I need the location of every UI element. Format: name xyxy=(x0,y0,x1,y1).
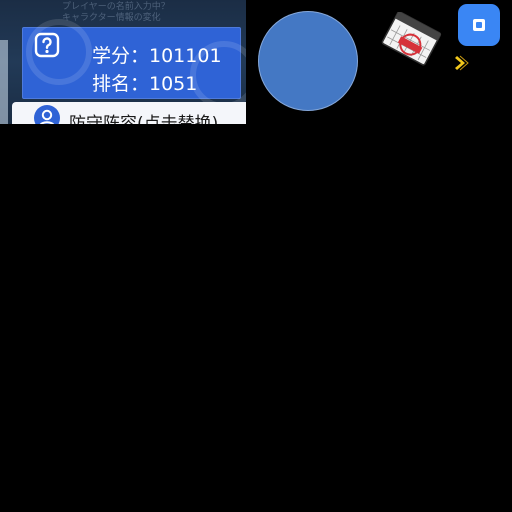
chevron-right-icon[interactable] xyxy=(453,53,473,73)
panel-edge xyxy=(0,40,8,124)
stop-icon xyxy=(473,19,485,31)
user-icon xyxy=(34,105,60,124)
stamp-card-icon xyxy=(381,12,442,66)
score-value: 学分：101101 xyxy=(92,45,222,67)
defense-lineup-label: 防守阵容(点击替换) xyxy=(69,114,219,124)
rank-value: 排名：1051 xyxy=(92,73,198,95)
background-caption-line: キャラクター情報の変化 xyxy=(62,13,161,23)
background-caption-line: プレイヤーの名前入力中？ xyxy=(62,2,170,12)
circle-button[interactable] xyxy=(258,11,358,111)
background-caption: プレイヤーの名前入力中？ キャラクター情報の変化 xyxy=(62,2,212,24)
question-mark-icon[interactable] xyxy=(33,31,61,59)
score-card: 学分：101101 排名：1051 xyxy=(22,19,246,109)
defense-lineup-button[interactable]: 防守阵容(点击替换) xyxy=(12,102,246,124)
stop-button[interactable] xyxy=(458,4,500,46)
score-panel: プレイヤーの名前入力中？ キャラクター情報の変化 学分：101101 排名：10… xyxy=(0,0,246,124)
